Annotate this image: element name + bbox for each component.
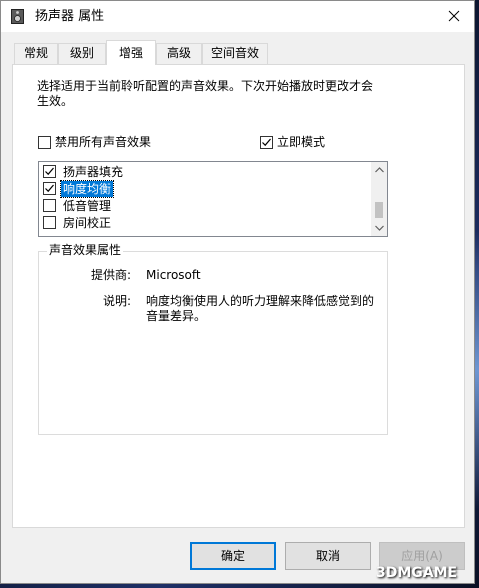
speaker-properties-dialog: 扬声器 属性 常规 级别 增强 高级 空间音效 选择适用于当前聆听配置的声音效果…: [0, 0, 475, 584]
immediate-mode-checkbox[interactable]: [260, 136, 273, 149]
enhancements-description: 选择适用于当前聆听配置的声音效果。下次开始播放时更改才会生效。: [37, 79, 374, 108]
bass-management-label[interactable]: 低音管理: [61, 198, 113, 214]
enhancements-panel: 选择适用于当前聆听配置的声音效果。下次开始播放时更改才会生效。 禁用所有声音效果…: [12, 64, 465, 528]
group-legend: 声音效果属性: [47, 243, 124, 258]
ok-button[interactable]: 确定: [190, 542, 276, 570]
title-bar[interactable]: 扬声器 属性: [1, 1, 474, 32]
effect-properties-group: 声音效果属性 提供商: Microsoft 说明: 响度均衡使用人的听力理解来降…: [38, 243, 388, 435]
scroll-down-icon[interactable]: [371, 220, 387, 236]
tab-general[interactable]: 常规: [14, 43, 58, 64]
provider-value: Microsoft: [146, 268, 201, 282]
loudness-equalization-checkbox[interactable]: [43, 182, 56, 195]
description-label: 说明:: [102, 294, 131, 308]
list-scrollbar[interactable]: [371, 162, 387, 236]
scroll-thumb[interactable]: [375, 202, 383, 218]
speaker-icon: [11, 9, 24, 24]
loudness-equalization-label[interactable]: 响度均衡: [59, 180, 115, 198]
immediate-mode-label[interactable]: 立即模式: [277, 135, 325, 150]
tab-advanced[interactable]: 高级: [156, 43, 202, 64]
disable-all-checkbox[interactable]: [38, 136, 51, 149]
disable-all-label[interactable]: 禁用所有声音效果: [55, 135, 151, 150]
effects-listbox[interactable]: 扬声器填充 响度均衡 低音管理 房间校正: [38, 161, 388, 237]
window-title: 扬声器 属性: [35, 9, 105, 24]
watermark-text: 3DMGAME: [376, 565, 458, 581]
provider-label: 提供商:: [90, 268, 131, 282]
speaker-fill-label[interactable]: 扬声器填充: [61, 164, 125, 180]
room-correction-checkbox[interactable]: [43, 216, 56, 229]
watermark: 3DMGAME: [350, 560, 475, 586]
speaker-fill-checkbox[interactable]: [43, 165, 56, 178]
tab-spatial-sound[interactable]: 空间音效: [202, 43, 268, 64]
scroll-up-icon[interactable]: [371, 162, 387, 178]
close-icon[interactable]: [442, 4, 466, 28]
tab-enhancements[interactable]: 增强: [106, 40, 156, 65]
tab-levels[interactable]: 级别: [58, 43, 106, 64]
bass-management-checkbox[interactable]: [43, 199, 56, 212]
room-correction-label[interactable]: 房间校正: [61, 215, 113, 231]
description-value: 响度均衡使用人的听力理解来降低感觉到的音量差异。: [146, 294, 375, 323]
